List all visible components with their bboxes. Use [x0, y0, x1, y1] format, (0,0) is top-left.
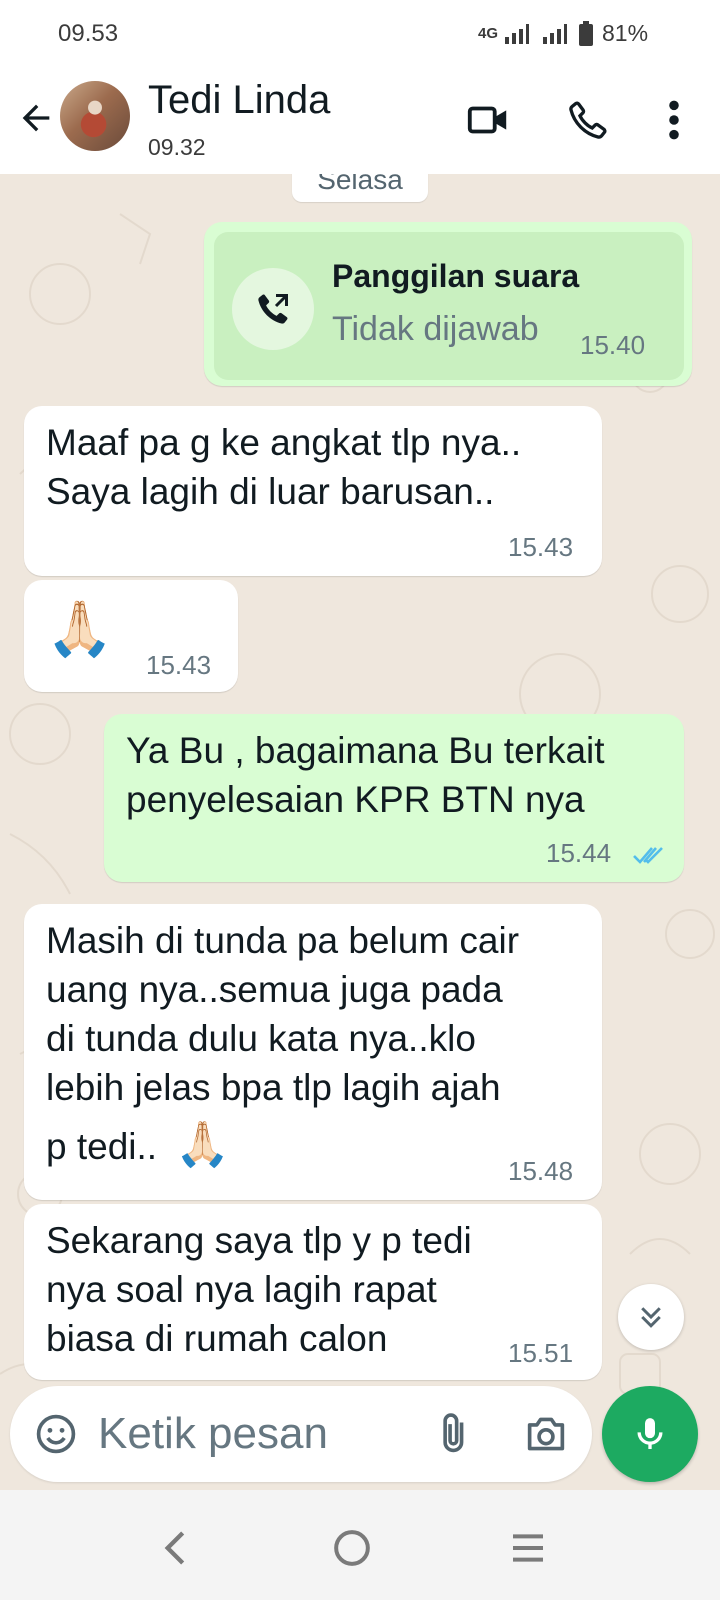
- more-options-button[interactable]: [648, 94, 700, 146]
- paperclip-icon: [443, 1413, 464, 1453]
- message-line: Masih di tunda pa belum cair: [46, 920, 520, 961]
- message-line: uang nya..semua juga pada: [46, 969, 503, 1010]
- message-line: nya soal nya lagih rapat: [46, 1269, 437, 1310]
- status-bar: 09.53 4G 81%: [0, 0, 720, 70]
- voice-call-button[interactable]: [562, 94, 614, 146]
- message-text: Masih di tunda pa belum cair uang nya..s…: [46, 916, 519, 1171]
- message-text: Ya Bu , bagaimana Bu terkait penyelesaia…: [126, 726, 605, 824]
- message-text: Maaf pa g ke angkat tlp nya.. Saya lagih…: [46, 418, 521, 516]
- kebab-menu-icon: [669, 100, 679, 140]
- message-time: 15.43: [146, 650, 212, 680]
- emoji-button[interactable]: [32, 1410, 80, 1458]
- back-button[interactable]: [12, 94, 60, 142]
- message-line: penyelesaian KPR BTN nya: [126, 779, 585, 820]
- message-time: 15.51: [508, 1338, 574, 1368]
- recents-lines-icon: [513, 1534, 543, 1562]
- contact-avatar[interactable]: [60, 81, 130, 151]
- call-title: Panggilan suara: [332, 258, 580, 294]
- message-text: Sekarang saya tlp y p tedi nya soal nya …: [46, 1216, 472, 1363]
- microphone-icon: [637, 1418, 663, 1449]
- system-navigation-bar: [0, 1490, 720, 1600]
- message-line-text: p tedi..: [46, 1126, 158, 1167]
- battery-percent: 81%: [602, 20, 649, 46]
- message-line: Maaf pa g ke angkat tlp nya..: [46, 422, 522, 463]
- message-input[interactable]: [98, 1406, 408, 1462]
- message-composer: [10, 1386, 592, 1482]
- message-line: di tunda dulu kata nya..klo: [46, 1018, 476, 1059]
- incoming-message[interactable]: Sekarang saya tlp y p tedi nya soal nya …: [24, 1204, 602, 1380]
- message-line: biasa di rumah calon: [46, 1318, 388, 1359]
- call-status: Tidak dijawab: [332, 310, 539, 348]
- video-call-button[interactable]: [462, 94, 514, 146]
- scroll-to-bottom-button[interactable]: [618, 1284, 684, 1350]
- incoming-message[interactable]: 🙏🏻 15.43: [24, 580, 238, 692]
- arrow-left-icon: [22, 104, 50, 132]
- outgoing-call-icon: [258, 294, 288, 324]
- chat-header: Tedi Linda 09.32: [0, 70, 720, 174]
- network-type-label: 4G: [478, 25, 499, 42]
- message-time: 15.44: [546, 838, 612, 868]
- battery-icon: [579, 20, 594, 46]
- chevron-left-icon: [164, 1531, 185, 1565]
- status-time: 09.53: [58, 20, 119, 47]
- status-icons: 4G 81%: [478, 20, 648, 47]
- nav-back-button[interactable]: [146, 1518, 206, 1578]
- nav-recents-button[interactable]: [498, 1518, 558, 1578]
- message-time: 15.43: [508, 532, 574, 562]
- message-time: 15.40: [580, 330, 646, 360]
- date-separator: Selasa: [292, 174, 428, 202]
- attach-button[interactable]: [430, 1408, 480, 1460]
- home-circle-icon: [334, 1530, 370, 1566]
- read-receipt-icon: [633, 847, 663, 864]
- incoming-message[interactable]: Masih di tunda pa belum cair uang nya..s…: [24, 904, 602, 1200]
- praying-hands-emoji: 🙏🏻: [175, 1120, 231, 1169]
- missed-call-card[interactable]: Panggilan suara Tidak dijawab 15.40: [214, 232, 684, 380]
- chat-area[interactable]: Selasa Panggilan suara Tidak dijawab 15.…: [0, 174, 720, 1520]
- message-time: 15.48: [508, 1156, 574, 1186]
- praying-hands-emoji: 🙏🏻: [46, 599, 114, 659]
- last-seen: 09.32: [148, 134, 206, 160]
- phone-icon: [569, 101, 607, 139]
- contact-name[interactable]: Tedi Linda: [148, 78, 330, 123]
- outgoing-message[interactable]: Ya Bu , bagaimana Bu terkait penyelesaia…: [104, 714, 684, 882]
- video-camera-icon: [467, 106, 507, 134]
- camera-icon: [527, 1417, 565, 1451]
- message-line: Saya lagih di luar barusan..: [46, 471, 495, 512]
- incoming-message[interactable]: Maaf pa g ke angkat tlp nya.. Saya lagih…: [24, 406, 602, 576]
- double-chevron-down-icon: [641, 1307, 661, 1328]
- call-icon-circle: [232, 268, 314, 350]
- message-line: lebih jelas bpa tlp lagih ajah: [46, 1067, 501, 1108]
- signal-icon: [505, 23, 530, 44]
- message-line: p tedi.. 🙏🏻: [46, 1120, 519, 1171]
- voice-message-button[interactable]: [602, 1386, 698, 1482]
- message-line: Sekarang saya tlp y p tedi: [46, 1220, 472, 1261]
- message-line: Ya Bu , bagaimana Bu terkait: [126, 730, 605, 771]
- signal-icon-2: [543, 23, 568, 44]
- camera-button[interactable]: [520, 1408, 572, 1460]
- smiley-icon: [36, 1414, 76, 1454]
- nav-home-button[interactable]: [322, 1518, 382, 1578]
